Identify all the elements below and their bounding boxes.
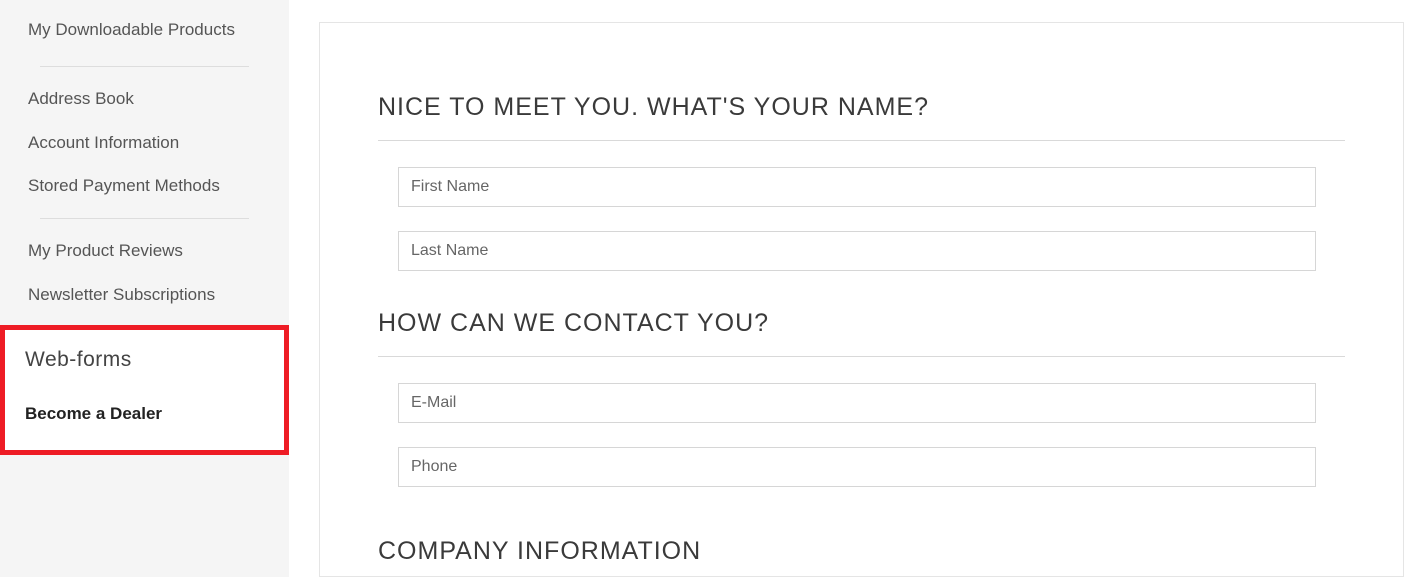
name-field-group <box>378 141 1345 309</box>
sidebar-item-address-book[interactable]: Address Book <box>28 77 261 121</box>
first-name-input[interactable] <box>398 167 1316 207</box>
sidebar-item-newsletter-subscriptions[interactable]: Newsletter Subscriptions <box>28 273 261 317</box>
dealer-form-card: NICE TO MEET YOU. WHAT'S YOUR NAME? HOW … <box>319 22 1404 577</box>
section-heading-name: NICE TO MEET YOU. WHAT'S YOUR NAME? <box>378 93 1345 141</box>
webforms-link-become-dealer[interactable]: Become a Dealer <box>25 404 264 424</box>
nav-divider <box>40 66 249 67</box>
webforms-title: Web-forms <box>25 348 264 372</box>
webforms-panel: Web-forms Become a Dealer <box>0 325 289 455</box>
sidebar-item-stored-payment-methods[interactable]: Stored Payment Methods <box>28 164 261 208</box>
main-content: NICE TO MEET YOU. WHAT'S YOUR NAME? HOW … <box>289 0 1404 577</box>
sidebar-item-account-information[interactable]: Account Information <box>28 121 261 165</box>
phone-input[interactable] <box>398 447 1316 487</box>
sidebar-item-my-product-reviews[interactable]: My Product Reviews <box>28 229 261 273</box>
sidebar-item-downloadable-products[interactable]: My Downloadable Products <box>28 0 261 56</box>
contact-field-group <box>378 357 1345 525</box>
email-input[interactable] <box>398 383 1316 423</box>
account-sidebar: My Downloadable Products Address Book Ac… <box>0 0 289 577</box>
last-name-input[interactable] <box>398 231 1316 271</box>
account-nav: My Downloadable Products Address Book Ac… <box>0 0 289 317</box>
nav-divider <box>40 218 249 219</box>
section-heading-company: COMPANY INFORMATION <box>378 537 1345 577</box>
section-heading-contact: HOW CAN WE CONTACT YOU? <box>378 309 1345 357</box>
